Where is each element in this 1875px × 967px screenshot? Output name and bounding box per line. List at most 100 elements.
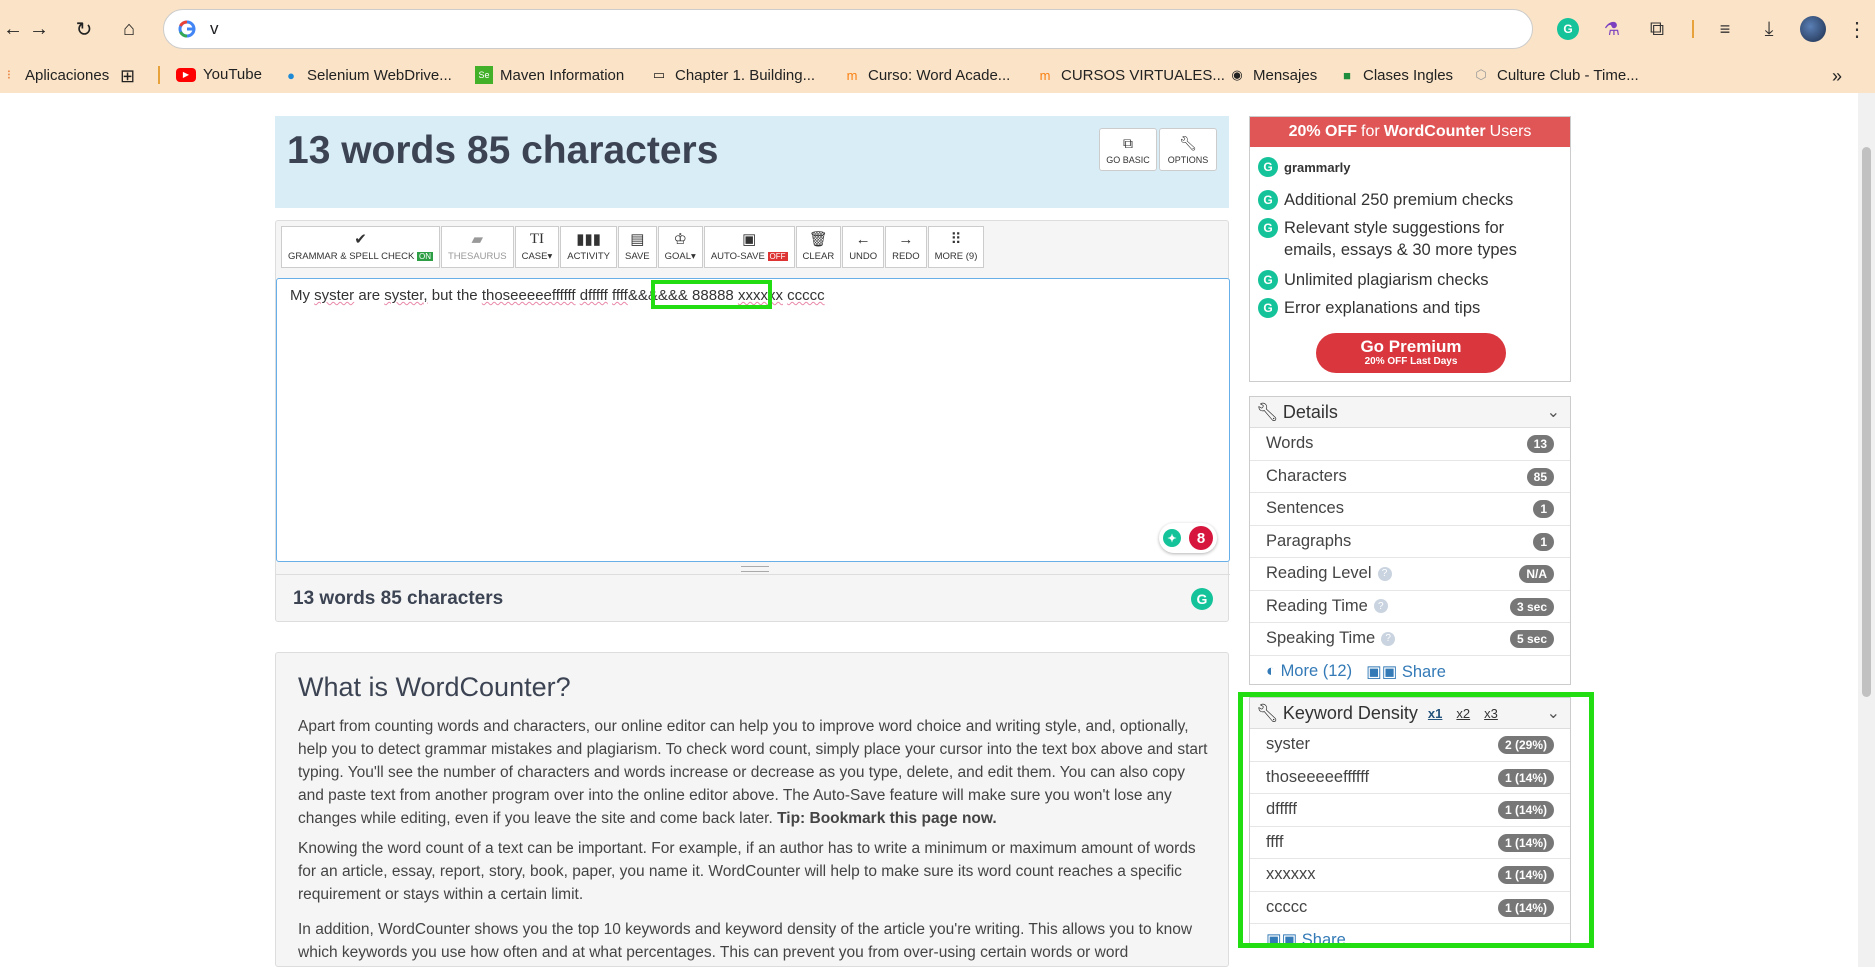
selection-highlight: [651, 280, 772, 309]
grammar-state-badge: ON: [416, 252, 433, 261]
bookmark-youtube[interactable]: ▶ YouTube: [176, 66, 262, 83]
grammarly-icon: G: [1258, 218, 1278, 238]
details-panel: 🔧︎ Details ⌄ Words 13 Characters 85 Sentence…: [1249, 396, 1571, 685]
maven-icon: Se: [475, 66, 493, 84]
menu-icon[interactable]: ⋮: [1843, 15, 1871, 43]
bookmark-chapter[interactable]: ▭ Chapter 1. Building...: [650, 66, 815, 84]
more-bookmarks-icon[interactable]: »: [1832, 66, 1842, 87]
count-summary: 13 words 85 characters: [293, 587, 504, 609]
check-icon: ✔: [354, 231, 367, 248]
bar-chart-icon: ▮▮▮: [576, 231, 601, 248]
forward-icon[interactable]: →: [26, 16, 52, 42]
text-case-icon: TI: [529, 231, 544, 247]
browser-toolbar: ← → ↻ ⌂ v G ⚗ ⧉ ≡ ⤓ ⋮: [0, 0, 1875, 57]
book-icon: ▰: [471, 231, 484, 248]
page-title: 13 words 85 characters: [287, 129, 719, 172]
bookmark-clases-ingles[interactable]: ■ Clases Ingles: [1338, 66, 1453, 84]
chevron-down-icon[interactable]: ⌄: [1547, 402, 1560, 422]
case-button[interactable]: TI CASE▾: [514, 226, 560, 268]
go-premium-button[interactable]: Go Premium 20% OFF Last Days: [1316, 333, 1506, 373]
trophy-icon: ♔: [673, 231, 687, 248]
extensions-icon[interactable]: ⧉: [1643, 15, 1671, 43]
bookmark-culture-club[interactable]: ⬡ Culture Club - Time...: [1472, 66, 1638, 84]
grammarly-icon: G: [1258, 157, 1278, 177]
goal-button[interactable]: ♔ GOAL▾: [657, 226, 703, 268]
help-icon[interactable]: ?: [1381, 631, 1396, 646]
moodle-icon: m: [1039, 67, 1051, 83]
undo-button[interactable]: ← UNDO: [842, 226, 885, 268]
wrench-icon: 🔧︎: [1179, 134, 1197, 151]
spelling-error[interactable]: thoseeeeeffffff: [482, 287, 576, 304]
article-title: What is WordCounter?: [298, 672, 571, 702]
bookmark-curso[interactable]: m Curso: Word Acade...: [843, 66, 1011, 84]
undo-icon: ←: [855, 231, 871, 248]
bookmark-cursos-virtuales[interactable]: m CURSOS VIRTUALES...: [1036, 66, 1225, 84]
activity-button[interactable]: ▮▮▮ ACTIVITY: [560, 226, 617, 268]
help-icon[interactable]: ?: [1377, 566, 1392, 581]
bookmark-aplicaciones[interactable]: ⁝ Aplicaciones: [0, 66, 109, 84]
grammarly-icon[interactable]: G: [1191, 588, 1213, 610]
bookmark-mensajes[interactable]: ◉ Mensajes: [1228, 66, 1317, 84]
promo-item: G Error explanations and tips: [1258, 297, 1558, 319]
reload-icon[interactable]: ↻: [71, 16, 97, 42]
details-header[interactable]: 🔧︎ Details ⌄: [1250, 397, 1570, 428]
media-icon[interactable]: ≡: [1711, 15, 1739, 43]
article-section: What is WordCounter? Apart from counting…: [275, 652, 1229, 967]
avatar[interactable]: [1799, 15, 1827, 43]
spelling-error[interactable]: dfffff: [580, 287, 608, 304]
scrollbar[interactable]: [1858, 93, 1875, 967]
clear-button[interactable]: 🗑︎ CLEAR: [795, 226, 842, 268]
detail-row: Speaking Time? 5 sec: [1250, 623, 1570, 656]
facebook-icon: ▣: [1366, 662, 1382, 681]
back-icon[interactable]: ←: [0, 16, 26, 42]
grammarly-issues-badge[interactable]: ✦ 8: [1159, 523, 1217, 553]
grammarly-extension-icon[interactable]: G: [1554, 15, 1582, 43]
floppy-icon: ▣: [742, 231, 757, 248]
thesaurus-button[interactable]: ▰ THESAURUS: [440, 226, 514, 268]
article-paragraph: In addition, WordCounter shows you the t…: [298, 921, 1193, 961]
go-basic-button[interactable]: ⧉ GO BASIC: [1099, 128, 1157, 171]
grammarly-icon: G: [1258, 298, 1278, 318]
more-button[interactable]: ⠿ MORE (9): [927, 226, 985, 268]
resize-handle[interactable]: [741, 566, 769, 572]
autosave-button[interactable]: ▣ AUTO-SAVE OFF: [703, 226, 795, 268]
save-button[interactable]: ▤ SAVE: [618, 226, 657, 268]
address-bar[interactable]: v: [163, 9, 1533, 49]
grammarly-promo: 20% OFF for WordCounter Users Ggrammarly GA…: [1249, 116, 1571, 382]
bookmark-divider: [158, 66, 160, 84]
message-icon: ◉: [1231, 67, 1243, 82]
moodle-icon: m: [846, 67, 858, 83]
grid-icon[interactable]: ⊞: [120, 66, 135, 87]
spelling-error[interactable]: syster: [314, 287, 354, 304]
scrollbar-thumb[interactable]: [1862, 147, 1871, 697]
promo-item: G Additional 250 premium checks: [1258, 189, 1558, 211]
bookmark-maven[interactable]: Se Maven Information: [475, 66, 624, 84]
editor-toolbar: ✔ GRAMMAR & SPELL CHECK ON ▰ THESAURUS TI C…: [281, 226, 985, 268]
spelling-error[interactable]: ccccc: [787, 287, 825, 304]
spelling-error[interactable]: syster: [384, 287, 423, 304]
bookmarks-bar: ⁝ Aplicaciones ⊞ ▶ YouTube ● Selenium WebDr…: [0, 57, 1875, 93]
spelling-error[interactable]: ffff: [612, 287, 628, 304]
article-paragraph: Apart from counting words and characters…: [298, 718, 1208, 827]
more-details-link[interactable]: ◐ More (12): [1266, 662, 1352, 681]
book-icon: ▭: [652, 67, 666, 82]
share-link[interactable]: ▣▣ Share: [1366, 662, 1446, 682]
count-bar: 13 words 85 characters G: [276, 574, 1230, 622]
article-paragraph: Knowing the word count of a text can be …: [298, 840, 1196, 903]
bookmark-selenium[interactable]: ● Selenium WebDrive...: [282, 66, 452, 84]
twitter-icon: ▣: [1381, 662, 1398, 681]
home-icon[interactable]: ⌂: [116, 16, 142, 42]
options-button[interactable]: 🔧︎ OPTIONS: [1159, 128, 1217, 171]
help-icon[interactable]: ?: [1373, 599, 1388, 614]
text-editor[interactable]: My syster are syster, but the thoseeeeef…: [276, 278, 1230, 562]
grammar-check-button[interactable]: ✔ GRAMMAR & SPELL CHECK ON: [281, 226, 440, 268]
grammarly-icon: G: [1258, 270, 1278, 290]
save-file-icon: ▤: [630, 231, 645, 248]
grammarly-logo: Ggrammarly: [1258, 157, 1350, 177]
detail-row: Words 13: [1250, 428, 1570, 461]
detail-row: Paragraphs 1: [1250, 526, 1570, 558]
lab-icon[interactable]: ⚗: [1598, 15, 1626, 43]
download-icon[interactable]: ⤓: [1755, 15, 1783, 43]
apps-icon: ⁝: [6, 67, 12, 82]
redo-button[interactable]: → REDO: [885, 226, 927, 268]
